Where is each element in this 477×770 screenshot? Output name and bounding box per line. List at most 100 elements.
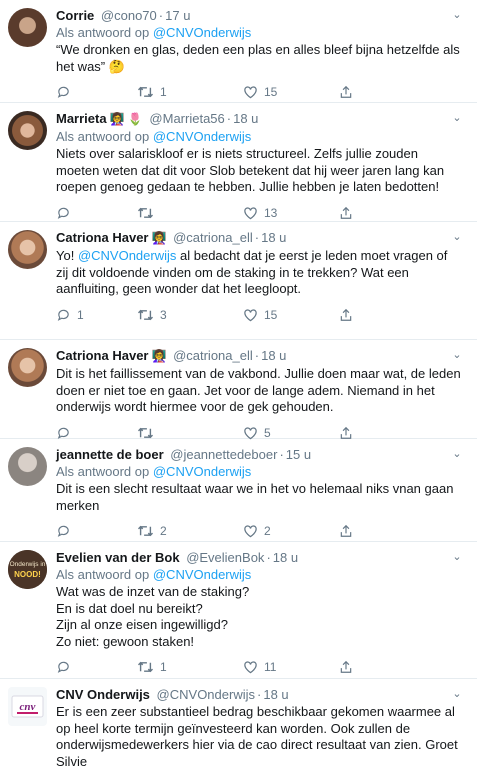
chevron-down-icon[interactable]: ⌄ <box>451 689 463 700</box>
reply-context: Als antwoord op @CNVOnderwijs <box>56 464 252 479</box>
avatar[interactable] <box>8 348 47 387</box>
tweet-actions: 1 15 <box>56 84 463 100</box>
share-button[interactable] <box>339 524 353 538</box>
tweet[interactable]: Catriona Haver 👩‍🏫 @catriona_ell · 18 u ⌄ D… <box>0 340 477 440</box>
chevron-down-icon[interactable]: ⌄ <box>451 552 463 563</box>
cnv-logo: cnv <box>11 695 44 718</box>
user-handle[interactable]: @Marrieta56 <box>149 111 224 126</box>
user-handle[interactable]: @CNVOnderwijs <box>157 687 255 702</box>
svg-text:cnv: cnv <box>20 701 36 713</box>
tweet[interactable]: Marrieta 👩‍🏫 🌷 @Marrieta56 · 18 u ⌄ Als ant… <box>0 103 477 222</box>
share-icon <box>340 426 352 439</box>
share-button[interactable] <box>339 308 353 322</box>
retweet-button[interactable]: 2 <box>137 524 243 538</box>
tweet-header: Marrieta 👩‍🏫 🌷 @Marrieta56 · 18 u <box>56 111 259 126</box>
tweet-actions: 1 3 15 <box>56 307 463 323</box>
retweet-button[interactable] <box>137 426 243 440</box>
avatar[interactable] <box>8 8 47 47</box>
avatar[interactable] <box>8 230 47 269</box>
chevron-down-icon[interactable]: ⌄ <box>451 449 463 460</box>
reply-button[interactable] <box>56 85 137 99</box>
like-button[interactable]: 5 <box>243 426 339 440</box>
share-icon <box>340 85 352 98</box>
avatar[interactable] <box>8 111 47 150</box>
mention-link[interactable]: @CNVOnderwijs <box>153 129 251 144</box>
reply-button[interactable] <box>56 660 137 674</box>
display-name[interactable]: Catriona Haver <box>56 230 148 245</box>
share-button[interactable] <box>339 426 353 440</box>
mention-link[interactable]: @CNVOnderwijs <box>153 25 251 40</box>
share-button[interactable] <box>339 660 353 674</box>
tweet[interactable]: Onderwijs in NOOD! Evelien van der Bok @… <box>0 542 477 679</box>
heart-icon <box>244 525 257 538</box>
avatar[interactable] <box>8 447 47 486</box>
tweet[interactable]: jeannette de boer @jeannettedeboer · 15 u … <box>0 439 477 542</box>
reply-icon <box>57 661 69 673</box>
timestamp[interactable]: 18 u <box>261 348 286 363</box>
like-count: 5 <box>264 425 271 440</box>
retweet-icon <box>138 661 153 673</box>
retweet-icon <box>138 309 153 320</box>
tweet[interactable]: Corrie @cono70 · 17 u ⌄ Als antwoord op @C… <box>0 0 477 103</box>
share-button[interactable] <box>339 85 353 99</box>
share-icon <box>340 660 352 673</box>
heart-icon <box>244 206 257 219</box>
display-name[interactable]: jeannette de boer <box>56 447 164 462</box>
share-button[interactable] <box>339 206 353 220</box>
name-emoji: 👩‍🏫 <box>151 349 167 363</box>
timestamp[interactable]: 17 u <box>165 8 190 23</box>
chevron-down-icon[interactable]: ⌄ <box>451 10 463 21</box>
timestamp[interactable]: 18 u <box>261 230 286 245</box>
display-name[interactable]: Marrieta <box>56 111 107 126</box>
like-button[interactable]: 15 <box>243 85 339 99</box>
user-handle[interactable]: @jeannettedeboer <box>170 447 277 462</box>
reply-button[interactable] <box>56 426 137 440</box>
display-name[interactable]: CNV Onderwijs <box>56 687 150 702</box>
user-handle[interactable]: @EvelienBok <box>186 550 264 565</box>
retweet-count: 2 <box>160 524 167 538</box>
retweet-icon <box>138 207 153 218</box>
user-handle[interactable]: @catriona_ell <box>173 348 253 363</box>
display-name[interactable]: Evelien van der Bok <box>56 550 180 565</box>
tweet[interactable]: Catriona Haver 👩‍🏫 @catriona_ell · 18 u ⌄ Y… <box>0 222 477 340</box>
display-name[interactable]: Corrie <box>56 8 94 23</box>
chevron-down-icon[interactable]: ⌄ <box>451 350 463 361</box>
retweet-count: 1 <box>160 85 167 99</box>
mention-link[interactable]: @CNVOnderwijs <box>153 464 251 479</box>
retweet-button[interactable]: 1 <box>137 660 243 674</box>
mention-link[interactable]: @CNVOnderwijs <box>153 567 251 582</box>
tweet-header: Corrie @cono70 · 17 u <box>56 8 191 23</box>
avatar[interactable]: Onderwijs in NOOD! <box>8 550 47 589</box>
like-button[interactable]: 15 <box>243 308 339 322</box>
avatar[interactable]: cnv <box>8 687 47 726</box>
reply-button[interactable] <box>56 206 137 220</box>
timestamp[interactable]: 18 u <box>233 111 258 126</box>
tweet-header: Catriona Haver 👩‍🏫 @catriona_ell · 18 u <box>56 348 287 363</box>
chevron-down-icon[interactable]: ⌄ <box>451 232 463 243</box>
tweet-text: Dit is een slecht resultaat waar we in h… <box>56 481 458 513</box>
user-handle[interactable]: @cono70 <box>101 8 157 23</box>
reply-icon <box>57 525 69 537</box>
like-button[interactable]: 13 <box>243 206 339 220</box>
tweet-actions: 1 11 <box>56 659 463 675</box>
timestamp[interactable]: 18 u <box>273 550 298 565</box>
tweet-header: Catriona Haver 👩‍🏫 @catriona_ell · 18 u <box>56 230 287 245</box>
reply-context: Als antwoord op @CNVOnderwijs <box>56 567 252 582</box>
retweet-button[interactable]: 1 <box>137 85 243 99</box>
heart-icon <box>244 86 257 99</box>
reply-button[interactable] <box>56 524 137 538</box>
reply-button[interactable]: 1 <box>56 308 137 322</box>
like-button[interactable]: 11 <box>243 660 339 674</box>
timestamp[interactable]: 18 u <box>263 687 288 702</box>
mention-link[interactable]: @CNVOnderwijs <box>78 248 176 263</box>
display-name[interactable]: Catriona Haver <box>56 348 148 363</box>
retweet-button[interactable] <box>137 206 243 220</box>
tweet-actions: 2 2 <box>56 523 463 539</box>
svg-text:NOOD!: NOOD! <box>14 570 41 579</box>
chevron-down-icon[interactable]: ⌄ <box>451 113 463 124</box>
retweet-button[interactable]: 3 <box>137 308 243 322</box>
like-button[interactable]: 2 <box>243 524 339 538</box>
user-handle[interactable]: @catriona_ell <box>173 230 253 245</box>
timestamp[interactable]: 15 u <box>286 447 311 462</box>
tweet[interactable]: cnv CNV Onderwijs @CNVOnderwijs · 18 u ⌄ E… <box>0 679 477 769</box>
